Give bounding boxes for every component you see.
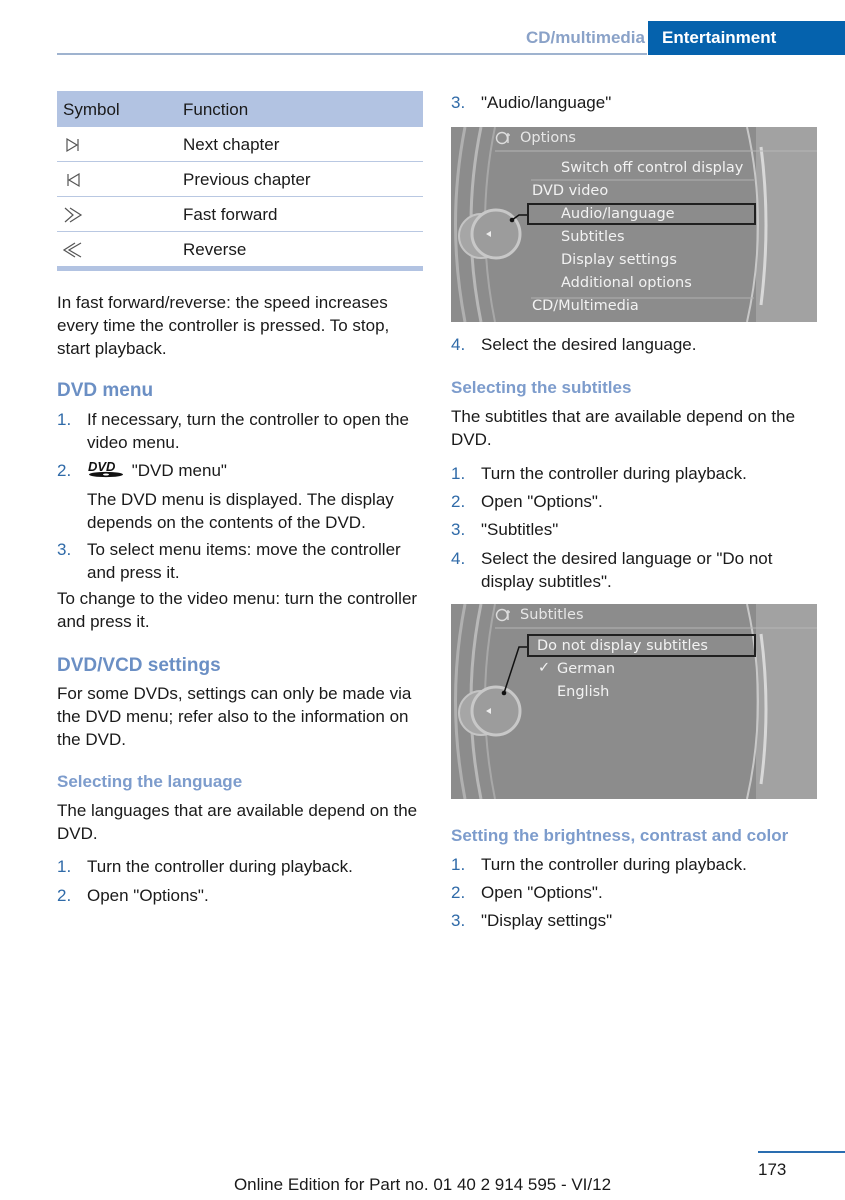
screen-title: Subtitles — [520, 607, 584, 623]
header-chapter-tab[interactable]: Entertainment — [648, 21, 845, 55]
menu-item[interactable]: Subtitles — [561, 228, 625, 246]
list-item: 1. Turn the controller during playback. — [57, 855, 425, 878]
step-text: To select menu items: move the controlle… — [87, 540, 401, 582]
list-item: 2. Open "Options". — [451, 490, 817, 513]
list-item: 3. "Subtitles" — [451, 518, 817, 541]
list-item: 2. Open "Options". — [57, 884, 425, 907]
menu-item-selected[interactable]: Do not display subtitles — [537, 637, 708, 655]
table-header-row: Symbol Function — [57, 91, 423, 127]
step-text: Select the desired language or "Do not d… — [481, 549, 773, 591]
screen-title: Options — [520, 130, 576, 146]
menu-item[interactable]: Switch off control display — [561, 159, 743, 177]
heading-brightness-contrast-color: Setting the brightness, contrast and col… — [451, 826, 789, 845]
fast-forward-note: In fast forward/reverse: the speed incre… — [57, 293, 390, 358]
step-number: 4. — [451, 549, 466, 568]
step-number: 2. — [57, 886, 72, 905]
table-cell-function: Previous chapter — [183, 161, 423, 197]
subtitles-icon — [495, 608, 510, 622]
step-number: 2. — [451, 492, 466, 511]
table-row: Next chapter — [57, 127, 423, 162]
table-row: Previous chapter — [57, 161, 423, 197]
footer-edition: Online Edition for Part no. 01 40 2 914 … — [233, 1175, 612, 1194]
table-cell-function: Next chapter — [183, 127, 423, 162]
menu-item[interactable]: Additional options — [561, 274, 692, 292]
step-number: 1. — [451, 855, 466, 874]
menu-item[interactable]: Display settings — [561, 251, 677, 269]
menu-item-checked[interactable]: German — [557, 660, 615, 678]
menu-item[interactable]: English — [557, 683, 609, 701]
step-number: 1. — [57, 857, 72, 876]
list-item: 1. Turn the controller during playback. — [451, 853, 817, 876]
step-text: "DVD menu" — [131, 461, 227, 480]
menu-item-selected[interactable]: Audio/language — [561, 205, 675, 223]
video-menu-note: To change to the video menu: turn the co… — [57, 589, 418, 631]
step-note: The DVD menu is displayed. The display d… — [87, 490, 394, 532]
list-item: 3. To select menu items: move the contro… — [57, 538, 425, 584]
reverse-icon — [63, 242, 82, 258]
step-number: 1. — [451, 464, 466, 483]
step-number: 3. — [451, 93, 466, 112]
table-header-symbol: Symbol — [57, 91, 183, 127]
dvd-logo-icon: DVD — [88, 459, 123, 478]
list-item: 1. If necessary, turn the controller to … — [57, 408, 425, 454]
step-number: 2. — [57, 461, 72, 480]
subtitles-screen-image: Subtitles Do not display subtitles ✓ Ger… — [451, 604, 817, 799]
menu-item[interactable]: DVD video — [532, 182, 608, 200]
step-text: Select the desired language. — [481, 335, 697, 354]
table-bottom-rule — [57, 266, 423, 271]
menu-item[interactable]: CD/Multimedia — [532, 297, 639, 315]
subtitles-text: The subtitles that are available depend … — [451, 407, 796, 449]
language-text: The languages that are available depend … — [57, 801, 418, 843]
options-screen-image: Options Switch off control display DVD v… — [451, 127, 817, 322]
step-text: Turn the controller during playback. — [481, 855, 747, 874]
step-number: 3. — [451, 911, 466, 930]
step-text: "Audio/language" — [481, 93, 612, 112]
list-item: 3. "Display settings" — [451, 909, 817, 932]
list-item: 4. Select the desired language. — [451, 333, 817, 356]
table-row: Fast forward — [57, 196, 423, 232]
checkmark-icon: ✓ — [538, 660, 551, 676]
footer-rule — [758, 1151, 845, 1153]
step-text: Open "Options". — [481, 883, 603, 902]
heading-selecting-language: Selecting the language — [57, 772, 243, 791]
step-text: Open "Options". — [87, 886, 209, 905]
step-text: "Subtitles" — [481, 520, 559, 539]
step-text: Turn the controller during playback. — [87, 857, 353, 876]
table-cell-function: Fast forward — [183, 196, 423, 232]
step-number: 3. — [451, 520, 466, 539]
options-icon — [495, 131, 510, 145]
heading-dvd-vcd-settings: DVD/VCD settings — [57, 655, 221, 676]
step-text: Turn the controller during playback. — [481, 464, 747, 483]
step-number: 2. — [451, 883, 466, 902]
heading-selecting-subtitles: Selecting the subtitles — [451, 378, 632, 397]
symbol-table: Symbol Function Next chapter Previous ch… — [57, 91, 423, 266]
fast-forward-icon — [64, 207, 83, 223]
table-cell-function: Reverse — [183, 239, 247, 259]
svg-text:DVD: DVD — [88, 460, 116, 474]
step-text: "Display settings" — [481, 911, 613, 930]
step-number: 4. — [451, 335, 466, 354]
step-text: If necessary, turn the controller to ope… — [87, 410, 409, 452]
list-item: 2. Open "Options". — [451, 881, 817, 904]
settings-text: For some DVDs, settings can only be made… — [57, 684, 412, 749]
list-item: 4. Select the desired language or "Do no… — [451, 547, 817, 593]
next-chapter-icon — [66, 137, 79, 153]
step-text: Open "Options". — [481, 492, 603, 511]
list-item: 1. Turn the controller during playback. — [451, 462, 817, 485]
header-section-label[interactable]: CD/multimedia — [490, 26, 657, 50]
previous-chapter-icon — [67, 172, 80, 188]
step-number: 3. — [57, 540, 72, 559]
step-number: 1. — [57, 410, 72, 429]
table-row: Reverse — [57, 232, 423, 267]
heading-dvd-menu: DVD menu — [57, 380, 154, 401]
header-rule — [57, 53, 647, 55]
list-item: 3. "Audio/language" — [451, 91, 817, 114]
table-header-function: Function — [183, 91, 423, 127]
list-item: 2. DVD "DVD menu" The DVD menu is displa… — [57, 459, 425, 534]
